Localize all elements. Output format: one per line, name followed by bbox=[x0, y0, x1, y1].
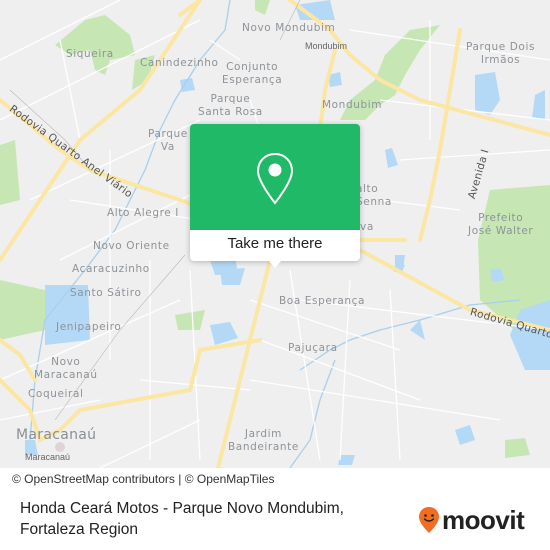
label-mondubim-station: Mondubim bbox=[305, 41, 348, 51]
label-siqueira: Siqueira bbox=[66, 48, 114, 60]
label-santo-satiro: Santo Sátiro bbox=[70, 287, 142, 299]
location-popup: Take me there bbox=[190, 124, 360, 268]
moovit-logo[interactable]: moovit bbox=[418, 504, 525, 535]
map-view[interactable]: Siqueira Canindezinho Novo Mondubim Mond… bbox=[0, 0, 550, 468]
take-me-there-button[interactable]: Take me there bbox=[190, 230, 360, 261]
popup-pointer bbox=[268, 260, 282, 268]
popup-header bbox=[190, 124, 360, 230]
label-alto-senna: alto Senna bbox=[356, 183, 392, 208]
label-jenipapeiro: Jenipapeiro bbox=[56, 321, 122, 333]
label-prefeito-jose-walter: Prefeito José Walter bbox=[468, 212, 534, 237]
place-title-line2: Fortaleza Region bbox=[20, 521, 139, 538]
label-novo-maracanau: Novo Maracanaú bbox=[34, 356, 98, 381]
place-title-line1: Honda Ceará Motos - Parque Novo Mondubim… bbox=[20, 500, 344, 517]
label-maracanau-station: Maracanaú bbox=[25, 452, 71, 462]
footer: Honda Ceará Motos - Parque Novo Mondubim… bbox=[0, 490, 550, 550]
label-jardim-bandeirante: Jardim Bandeirante bbox=[228, 428, 299, 453]
label-mondubim: Mondubim bbox=[322, 99, 383, 111]
attribution-text[interactable]: © OpenStreetMap contributors | © OpenMap… bbox=[12, 472, 274, 486]
label-acaracuzinho: Acaracuzinho bbox=[72, 263, 150, 275]
label-boa-esperanca: Boa Esperança bbox=[279, 295, 366, 307]
label-va: va bbox=[360, 221, 374, 233]
label-canindezinho: Canindezinho bbox=[140, 57, 219, 69]
moovit-wordmark: moovit bbox=[442, 504, 525, 535]
label-maracanau-city: Maracanaú bbox=[16, 427, 97, 443]
label-novo-oriente: Novo Oriente bbox=[93, 240, 170, 252]
label-parque-santa-rosa: Parque Santa Rosa bbox=[198, 93, 263, 118]
label-coqueiral: Coqueiral bbox=[28, 388, 84, 400]
label-pajucara: Pajuçara bbox=[288, 342, 338, 354]
label-parque-va: Parque Va bbox=[148, 128, 188, 153]
label-alto-alegre-i: Alto Alegre I bbox=[107, 207, 179, 219]
map-attribution: © OpenStreetMap contributors | © OpenMap… bbox=[0, 468, 550, 490]
moovit-smile-pin-icon bbox=[419, 507, 439, 533]
place-title: Honda Ceará Motos - Parque Novo Mondubim… bbox=[20, 498, 344, 540]
label-conjunto-esperanca: Conjunto Esperança bbox=[222, 61, 283, 86]
label-parque-dois-irmaos: Parque Dois Irmãos bbox=[466, 41, 536, 66]
label-novo-mondubim: Novo Mondubim bbox=[242, 22, 336, 34]
map-pin-icon bbox=[256, 152, 294, 205]
